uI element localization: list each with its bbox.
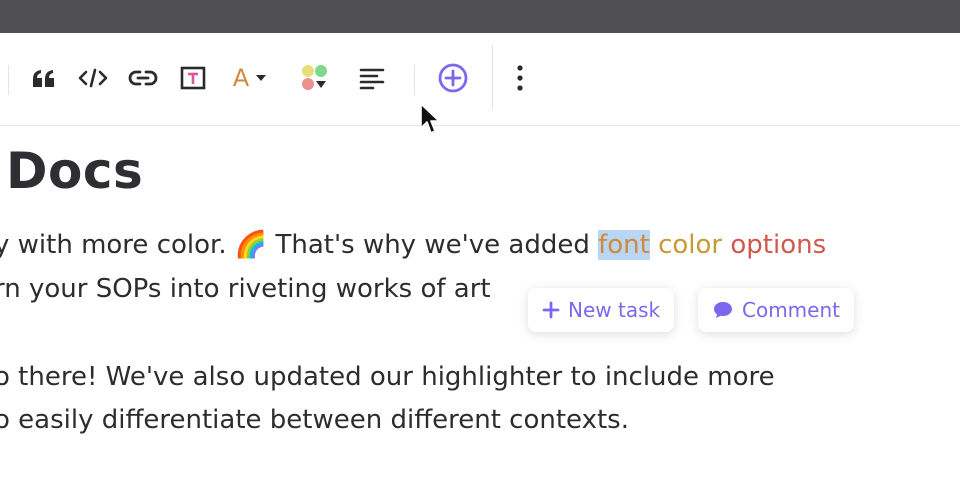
link-button[interactable] (126, 61, 160, 95)
more-icon (517, 65, 523, 91)
mouse-cursor-icon (420, 103, 440, 134)
page-title: Docs (6, 142, 144, 200)
comment-label: Comment (742, 298, 840, 322)
paragraph-2-line-2: o easily differentiate between different… (0, 405, 629, 435)
comment-button[interactable]: Comment (698, 288, 854, 332)
link-icon (128, 70, 158, 86)
toolbar-divider (492, 45, 493, 109)
plus-icon (542, 301, 560, 319)
paragraph-1-line-2: rn your SOPs into riveting works of art (0, 274, 491, 304)
add-button[interactable] (436, 61, 470, 95)
align-button[interactable] (356, 61, 388, 95)
colored-word-gold: color (658, 230, 723, 260)
text-style-button[interactable] (178, 61, 208, 95)
formatting-toolbar: A (0, 33, 960, 126)
code-button[interactable] (76, 61, 110, 95)
paragraph-1-line-1: y with more color. 🌈 That's why we've ad… (0, 230, 826, 260)
add-icon (438, 63, 468, 93)
new-task-label: New task (568, 298, 661, 322)
toolbar-divider (414, 65, 415, 95)
colored-word-red: options (730, 230, 827, 260)
window-top-bar (0, 0, 960, 33)
text-segment: y with more color. 🌈 That's why we've ad… (0, 230, 599, 260)
toolbar-divider (8, 65, 9, 95)
highlight-color-icon (302, 65, 327, 90)
more-button[interactable] (508, 61, 532, 95)
align-icon (359, 68, 385, 90)
text-color-icon: A (232, 64, 250, 92)
text-style-icon (180, 66, 206, 90)
chevron-down-icon (256, 75, 267, 81)
highlighted-word[interactable]: font (598, 230, 650, 260)
new-task-button[interactable]: New task (528, 288, 675, 332)
quote-button[interactable] (28, 61, 60, 95)
code-icon (78, 68, 108, 88)
paragraph-2-line-1: o there! We've also updated our highligh… (0, 362, 775, 392)
text-color-button[interactable]: A (226, 61, 274, 95)
highlight-color-button[interactable] (298, 61, 332, 95)
quote-icon (33, 70, 54, 87)
comment-icon (714, 302, 732, 318)
